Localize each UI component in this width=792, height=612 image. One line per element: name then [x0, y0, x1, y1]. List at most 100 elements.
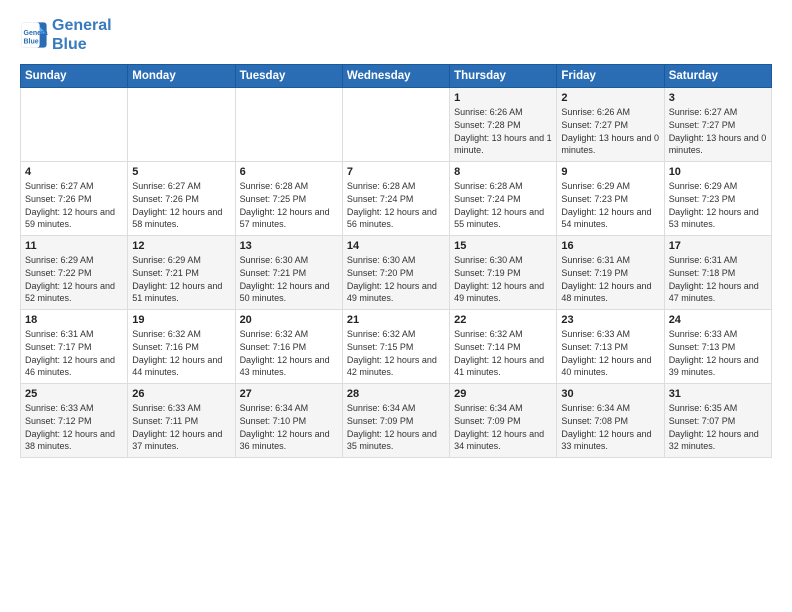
- calendar-cell: [235, 88, 342, 162]
- day-number: 20: [240, 314, 338, 326]
- day-number: 2: [561, 92, 659, 104]
- day-number: 21: [347, 314, 445, 326]
- calendar-cell: 30 Sunrise: 6:34 AMSunset: 7:08 PMDaylig…: [557, 384, 664, 458]
- calendar-cell: 18 Sunrise: 6:31 AMSunset: 7:17 PMDaylig…: [21, 310, 128, 384]
- day-number: 28: [347, 388, 445, 400]
- day-number: 10: [669, 166, 767, 178]
- calendar-cell: 5 Sunrise: 6:27 AMSunset: 7:26 PMDayligh…: [128, 162, 235, 236]
- day-info: Sunrise: 6:28 AMSunset: 7:24 PMDaylight:…: [454, 180, 552, 230]
- day-info: Sunrise: 6:26 AMSunset: 7:28 PMDaylight:…: [454, 106, 552, 156]
- calendar-cell: 10 Sunrise: 6:29 AMSunset: 7:23 PMDaylig…: [664, 162, 771, 236]
- logo-icon: General Blue: [20, 21, 48, 49]
- calendar-cell: 11 Sunrise: 6:29 AMSunset: 7:22 PMDaylig…: [21, 236, 128, 310]
- calendar-cell: 8 Sunrise: 6:28 AMSunset: 7:24 PMDayligh…: [450, 162, 557, 236]
- day-number: 1: [454, 92, 552, 104]
- header-day-tuesday: Tuesday: [235, 65, 342, 88]
- calendar-cell: 2 Sunrise: 6:26 AMSunset: 7:27 PMDayligh…: [557, 88, 664, 162]
- day-number: 31: [669, 388, 767, 400]
- calendar-cell: [342, 88, 449, 162]
- day-number: 8: [454, 166, 552, 178]
- day-info: Sunrise: 6:29 AMSunset: 7:23 PMDaylight:…: [561, 180, 659, 230]
- calendar-cell: 20 Sunrise: 6:32 AMSunset: 7:16 PMDaylig…: [235, 310, 342, 384]
- day-info: Sunrise: 6:31 AMSunset: 7:17 PMDaylight:…: [25, 328, 123, 378]
- calendar-cell: 27 Sunrise: 6:34 AMSunset: 7:10 PMDaylig…: [235, 384, 342, 458]
- calendar-cell: 9 Sunrise: 6:29 AMSunset: 7:23 PMDayligh…: [557, 162, 664, 236]
- day-number: 14: [347, 240, 445, 252]
- calendar-cell: 4 Sunrise: 6:27 AMSunset: 7:26 PMDayligh…: [21, 162, 128, 236]
- logo-text: General Blue: [52, 16, 112, 54]
- day-number: 17: [669, 240, 767, 252]
- day-number: 23: [561, 314, 659, 326]
- day-number: 6: [240, 166, 338, 178]
- day-info: Sunrise: 6:34 AMSunset: 7:09 PMDaylight:…: [454, 402, 552, 452]
- calendar-cell: 19 Sunrise: 6:32 AMSunset: 7:16 PMDaylig…: [128, 310, 235, 384]
- calendar-cell: 28 Sunrise: 6:34 AMSunset: 7:09 PMDaylig…: [342, 384, 449, 458]
- day-info: Sunrise: 6:28 AMSunset: 7:24 PMDaylight:…: [347, 180, 445, 230]
- day-number: 4: [25, 166, 123, 178]
- calendar-cell: 26 Sunrise: 6:33 AMSunset: 7:11 PMDaylig…: [128, 384, 235, 458]
- header-day-friday: Friday: [557, 65, 664, 88]
- calendar-cell: 6 Sunrise: 6:28 AMSunset: 7:25 PMDayligh…: [235, 162, 342, 236]
- week-row-2: 11 Sunrise: 6:29 AMSunset: 7:22 PMDaylig…: [21, 236, 772, 310]
- header-day-wednesday: Wednesday: [342, 65, 449, 88]
- day-info: Sunrise: 6:28 AMSunset: 7:25 PMDaylight:…: [240, 180, 338, 230]
- day-number: 30: [561, 388, 659, 400]
- day-number: 13: [240, 240, 338, 252]
- header-day-monday: Monday: [128, 65, 235, 88]
- day-number: 18: [25, 314, 123, 326]
- calendar-cell: [128, 88, 235, 162]
- header: General Blue General Blue: [20, 16, 772, 54]
- day-info: Sunrise: 6:34 AMSunset: 7:08 PMDaylight:…: [561, 402, 659, 452]
- day-number: 5: [132, 166, 230, 178]
- header-day-thursday: Thursday: [450, 65, 557, 88]
- day-info: Sunrise: 6:32 AMSunset: 7:16 PMDaylight:…: [132, 328, 230, 378]
- day-number: 7: [347, 166, 445, 178]
- day-info: Sunrise: 6:32 AMSunset: 7:16 PMDaylight:…: [240, 328, 338, 378]
- week-row-0: 1 Sunrise: 6:26 AMSunset: 7:28 PMDayligh…: [21, 88, 772, 162]
- day-info: Sunrise: 6:32 AMSunset: 7:14 PMDaylight:…: [454, 328, 552, 378]
- calendar-cell: 3 Sunrise: 6:27 AMSunset: 7:27 PMDayligh…: [664, 88, 771, 162]
- day-number: 9: [561, 166, 659, 178]
- week-row-4: 25 Sunrise: 6:33 AMSunset: 7:12 PMDaylig…: [21, 384, 772, 458]
- day-number: 27: [240, 388, 338, 400]
- day-info: Sunrise: 6:30 AMSunset: 7:19 PMDaylight:…: [454, 254, 552, 304]
- day-info: Sunrise: 6:27 AMSunset: 7:26 PMDaylight:…: [132, 180, 230, 230]
- day-info: Sunrise: 6:33 AMSunset: 7:13 PMDaylight:…: [561, 328, 659, 378]
- logo: General Blue General Blue: [20, 16, 112, 54]
- day-number: 12: [132, 240, 230, 252]
- calendar-cell: 15 Sunrise: 6:30 AMSunset: 7:19 PMDaylig…: [450, 236, 557, 310]
- calendar-cell: 13 Sunrise: 6:30 AMSunset: 7:21 PMDaylig…: [235, 236, 342, 310]
- day-info: Sunrise: 6:29 AMSunset: 7:21 PMDaylight:…: [132, 254, 230, 304]
- calendar-table: SundayMondayTuesdayWednesdayThursdayFrid…: [20, 64, 772, 458]
- day-number: 25: [25, 388, 123, 400]
- day-number: 24: [669, 314, 767, 326]
- svg-text:Blue: Blue: [24, 39, 39, 46]
- day-number: 22: [454, 314, 552, 326]
- day-info: Sunrise: 6:30 AMSunset: 7:21 PMDaylight:…: [240, 254, 338, 304]
- day-info: Sunrise: 6:31 AMSunset: 7:19 PMDaylight:…: [561, 254, 659, 304]
- day-info: Sunrise: 6:33 AMSunset: 7:12 PMDaylight:…: [25, 402, 123, 452]
- calendar-cell: 7 Sunrise: 6:28 AMSunset: 7:24 PMDayligh…: [342, 162, 449, 236]
- week-row-1: 4 Sunrise: 6:27 AMSunset: 7:26 PMDayligh…: [21, 162, 772, 236]
- day-info: Sunrise: 6:27 AMSunset: 7:26 PMDaylight:…: [25, 180, 123, 230]
- calendar-cell: 29 Sunrise: 6:34 AMSunset: 7:09 PMDaylig…: [450, 384, 557, 458]
- header-row: SundayMondayTuesdayWednesdayThursdayFrid…: [21, 65, 772, 88]
- calendar-cell: 1 Sunrise: 6:26 AMSunset: 7:28 PMDayligh…: [450, 88, 557, 162]
- calendar-cell: 25 Sunrise: 6:33 AMSunset: 7:12 PMDaylig…: [21, 384, 128, 458]
- day-info: Sunrise: 6:33 AMSunset: 7:11 PMDaylight:…: [132, 402, 230, 452]
- day-info: Sunrise: 6:34 AMSunset: 7:09 PMDaylight:…: [347, 402, 445, 452]
- day-info: Sunrise: 6:29 AMSunset: 7:22 PMDaylight:…: [25, 254, 123, 304]
- calendar-cell: 12 Sunrise: 6:29 AMSunset: 7:21 PMDaylig…: [128, 236, 235, 310]
- calendar-cell: 14 Sunrise: 6:30 AMSunset: 7:20 PMDaylig…: [342, 236, 449, 310]
- day-info: Sunrise: 6:30 AMSunset: 7:20 PMDaylight:…: [347, 254, 445, 304]
- calendar-cell: 23 Sunrise: 6:33 AMSunset: 7:13 PMDaylig…: [557, 310, 664, 384]
- day-info: Sunrise: 6:27 AMSunset: 7:27 PMDaylight:…: [669, 106, 767, 156]
- day-info: Sunrise: 6:26 AMSunset: 7:27 PMDaylight:…: [561, 106, 659, 156]
- day-number: 11: [25, 240, 123, 252]
- day-number: 26: [132, 388, 230, 400]
- day-info: Sunrise: 6:31 AMSunset: 7:18 PMDaylight:…: [669, 254, 767, 304]
- calendar-cell: 16 Sunrise: 6:31 AMSunset: 7:19 PMDaylig…: [557, 236, 664, 310]
- day-info: Sunrise: 6:34 AMSunset: 7:10 PMDaylight:…: [240, 402, 338, 452]
- day-number: 16: [561, 240, 659, 252]
- day-info: Sunrise: 6:35 AMSunset: 7:07 PMDaylight:…: [669, 402, 767, 452]
